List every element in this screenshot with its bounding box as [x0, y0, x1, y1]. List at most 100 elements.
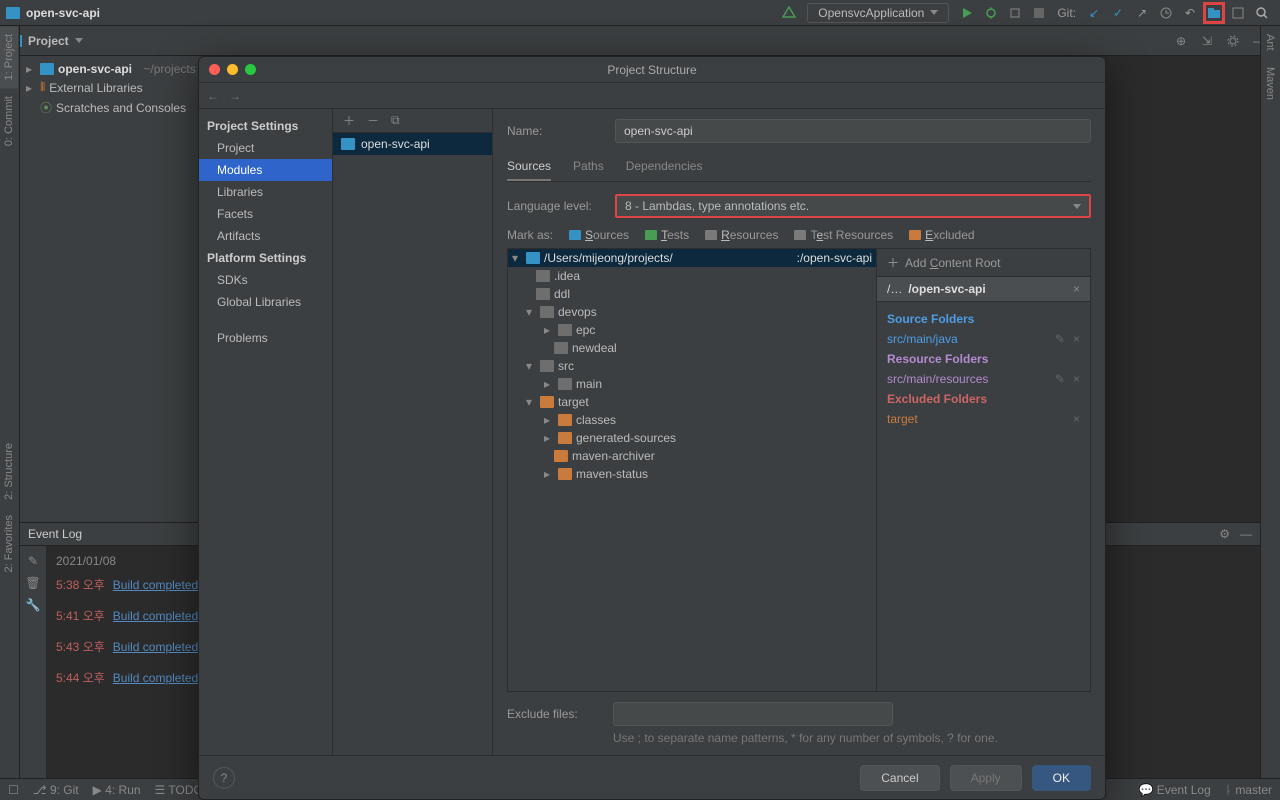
event-link[interactable]: Build completed	[113, 609, 198, 623]
module-item[interactable]: open-svc-api	[333, 133, 492, 155]
search-icon[interactable]	[1252, 3, 1272, 23]
status-event-log[interactable]: 💬 Event Log	[1138, 783, 1210, 797]
gear-icon[interactable]: ⚙	[1219, 527, 1230, 541]
tab-commit[interactable]: 0: Commit	[0, 88, 18, 154]
trash-icon[interactable]: 🗑	[25, 576, 40, 590]
mark-as-row: Mark as: Sources Tests Resources Test Re…	[507, 228, 1091, 242]
coverage-icon[interactable]	[1005, 3, 1025, 23]
tab-structure[interactable]: 2: Structure	[0, 435, 18, 508]
select-opened-icon[interactable]: ⊕	[1172, 32, 1190, 50]
sidebar-sdks[interactable]: SDKs	[199, 269, 332, 291]
lang-level-select[interactable]: 8 - Lambdas, type annotations etc.	[615, 194, 1091, 218]
module-name-input[interactable]	[615, 119, 1091, 143]
forward-icon[interactable]: →	[229, 89, 241, 103]
git-pull-icon[interactable]: ↙	[1084, 3, 1104, 23]
name-label: Name:	[507, 124, 603, 138]
wrench-icon[interactable]: 🔧	[26, 598, 41, 612]
copy-icon[interactable]: ⧉	[391, 113, 400, 128]
project-icon	[6, 7, 20, 19]
sidebar-problems[interactable]: Problems	[199, 327, 332, 349]
close-icon[interactable]: ×	[1073, 372, 1080, 386]
module-editor: Name: Sources Paths Dependencies Languag…	[493, 109, 1105, 755]
hide-icon[interactable]: —	[1240, 527, 1252, 541]
tab-dependencies[interactable]: Dependencies	[626, 153, 703, 181]
git-push-icon[interactable]: ↗	[1132, 3, 1152, 23]
apply-button[interactable]: Apply	[950, 765, 1022, 791]
exclude-files-input[interactable]	[613, 702, 893, 726]
content-root[interactable]: ▾/Users/mijeong/projects/:/open-svc-api	[508, 249, 876, 267]
run-config-selector[interactable]: OpensvcApplication	[807, 3, 949, 23]
event-log-tools: ✎ 🗑 🔧	[20, 546, 46, 778]
sidebar-artifacts[interactable]: Artifacts	[199, 225, 332, 247]
tab-paths[interactable]: Paths	[573, 153, 604, 181]
mark-sources[interactable]: Sources	[569, 228, 629, 242]
tab-favorites[interactable]: 2: Favorites	[0, 507, 18, 580]
event-link[interactable]: Build completed	[113, 640, 198, 654]
tab-ant[interactable]: Ant	[1261, 26, 1279, 59]
edit-icon[interactable]: ✎	[28, 554, 38, 568]
run-icon[interactable]	[957, 3, 977, 23]
help-icon[interactable]: ?	[213, 767, 235, 789]
gear-icon[interactable]	[1224, 32, 1242, 50]
add-content-root[interactable]: ＋Add Content Root	[877, 249, 1090, 277]
resource-folders-title: Resource Folders	[887, 352, 1080, 366]
status-branch[interactable]: ᚿ master	[1225, 783, 1272, 797]
revert-icon[interactable]: ↶	[1180, 3, 1200, 23]
mark-excluded[interactable]: Excluded	[909, 228, 974, 242]
mark-tests[interactable]: Tests	[645, 228, 689, 242]
folder-row[interactable]: src/main/resources✎×	[887, 370, 1080, 388]
content-tree[interactable]: ▾/Users/mijeong/projects/:/open-svc-api …	[507, 248, 877, 692]
content-root-path[interactable]: /…/open-svc-api ×	[877, 277, 1090, 302]
minimize-icon	[227, 64, 238, 75]
tab-project[interactable]: 1: Project	[0, 26, 18, 88]
module-list: ＋ － ⧉ open-svc-api	[333, 109, 493, 755]
sidebar-modules[interactable]: Modules	[199, 159, 332, 181]
debug-icon[interactable]	[981, 3, 1001, 23]
status-todo[interactable]: ☰ TODO	[155, 783, 203, 797]
add-icon[interactable]: ＋	[343, 112, 355, 129]
content-roots-panel: ＋Add Content Root /…/open-svc-api × Sour…	[877, 248, 1091, 692]
sidebar-global-libs[interactable]: Global Libraries	[199, 291, 332, 313]
sidebar-facets[interactable]: Facets	[199, 203, 332, 225]
dialog-title: Project Structure	[607, 63, 696, 77]
project-structure-icon[interactable]	[1204, 3, 1224, 23]
status-git[interactable]: ⎇ 9: Git	[33, 783, 79, 797]
build-icon[interactable]	[779, 3, 799, 23]
status-run[interactable]: ▶ 4: Run	[93, 783, 141, 797]
close-icon[interactable]: ×	[1073, 412, 1080, 426]
module-icon	[341, 138, 355, 150]
sidebar-project[interactable]: Project	[199, 137, 332, 159]
close-icon[interactable]: ×	[1073, 282, 1080, 296]
remove-icon[interactable]: －	[367, 112, 379, 129]
mark-test-resources[interactable]: Test Resources	[794, 228, 893, 242]
stop-icon[interactable]	[1029, 3, 1049, 23]
tab-maven[interactable]: Maven	[1261, 59, 1279, 108]
close-icon[interactable]: ×	[1073, 332, 1080, 346]
right-gutter: Ant Maven	[1260, 26, 1280, 778]
tab-sources[interactable]: Sources	[507, 153, 551, 181]
mark-resources[interactable]: Resources	[705, 228, 778, 242]
ok-button[interactable]: OK	[1032, 765, 1091, 791]
folder-row[interactable]: target×	[887, 410, 1080, 428]
event-link[interactable]: Build completed	[113, 578, 198, 592]
history-icon[interactable]	[1156, 3, 1176, 23]
exclude-files-label: Exclude files:	[507, 707, 603, 721]
chevron-down-icon	[1073, 204, 1081, 209]
window-controls[interactable]	[209, 64, 256, 75]
sidebar-libraries[interactable]: Libraries	[199, 181, 332, 203]
git-commit-icon[interactable]: ✓	[1108, 3, 1128, 23]
chevron-down-icon[interactable]	[75, 38, 83, 43]
event-link[interactable]: Build completed	[113, 671, 198, 685]
main-toolbar: open-svc-api OpensvcApplication Git: ↙ ✓…	[0, 0, 1280, 26]
settings-icon[interactable]	[1228, 3, 1248, 23]
back-icon[interactable]: ←	[207, 89, 219, 103]
cancel-button[interactable]: Cancel	[860, 765, 939, 791]
tool-window-label[interactable]: Project	[28, 34, 69, 48]
expand-all-icon[interactable]: ⇲	[1198, 32, 1216, 50]
edit-icon[interactable]: ✎	[1055, 332, 1065, 346]
status-indicator[interactable]: ☐	[8, 783, 19, 797]
run-config-label: OpensvcApplication	[818, 6, 924, 20]
folder-row[interactable]: src/main/java✎×	[887, 330, 1080, 348]
edit-icon[interactable]: ✎	[1055, 372, 1065, 386]
exclude-hint: Use ; to separate name patterns, * for a…	[613, 730, 1091, 747]
